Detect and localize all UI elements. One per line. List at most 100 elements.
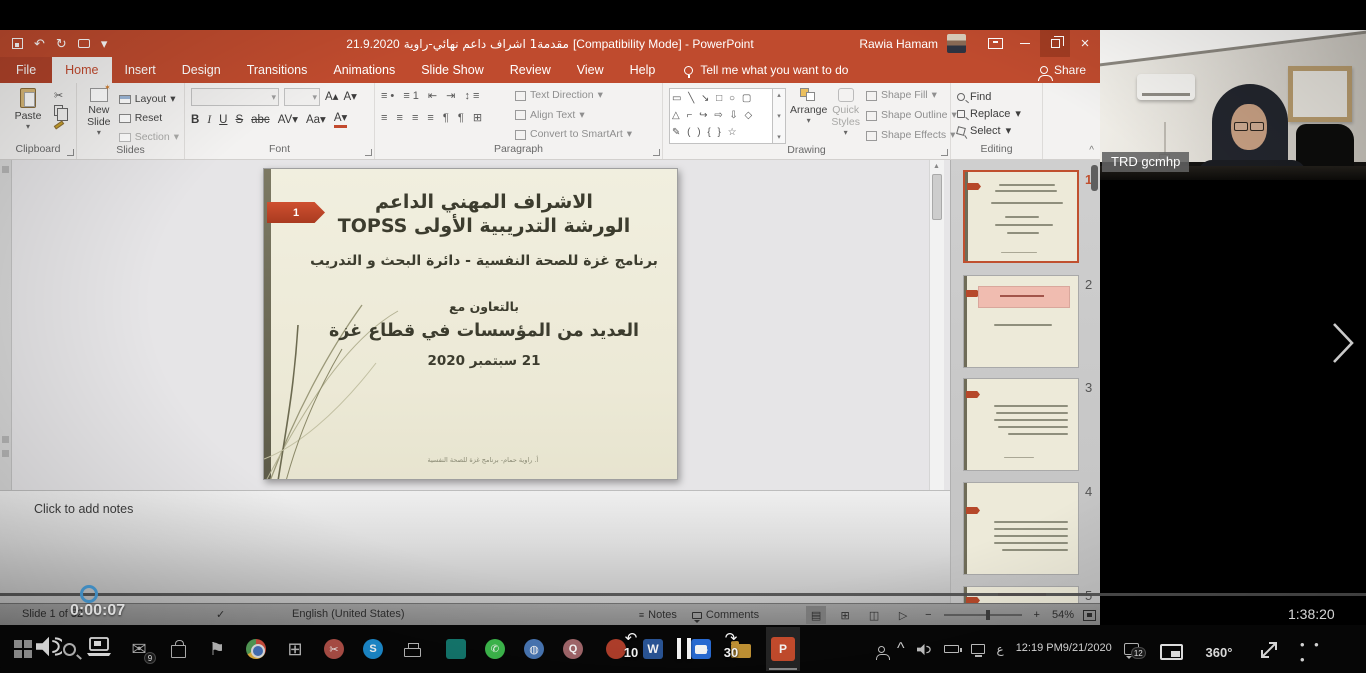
thumbnail-slide-1[interactable] bbox=[963, 170, 1079, 263]
italic-button[interactable]: I bbox=[207, 114, 211, 126]
zoom-slider-handle[interactable] bbox=[986, 610, 990, 620]
player-volume-button[interactable] bbox=[36, 633, 62, 659]
layout-button[interactable]: Layout▾ bbox=[119, 92, 179, 106]
tab-animations[interactable]: Animations bbox=[320, 57, 408, 83]
spell-check-icon[interactable]: ✓ bbox=[216, 608, 225, 621]
start-button[interactable] bbox=[10, 636, 36, 662]
strikethrough-button[interactable]: S bbox=[235, 114, 243, 126]
new-slide-button[interactable]: New Slide ▾ bbox=[83, 88, 115, 144]
zoom-in-button[interactable]: + bbox=[1031, 607, 1043, 623]
zoom-slider[interactable] bbox=[944, 614, 1022, 616]
keyboard-language-indicator[interactable]: ع bbox=[997, 642, 1004, 656]
dialog-launcher-icon[interactable] bbox=[67, 149, 74, 156]
network-icon[interactable] bbox=[971, 644, 985, 654]
minimize-button[interactable] bbox=[1010, 30, 1040, 57]
close-button[interactable]: × bbox=[1070, 30, 1100, 57]
zoom-out-button[interactable]: − bbox=[922, 607, 934, 623]
cut-button[interactable]: ✂ bbox=[54, 90, 64, 102]
tab-view[interactable]: View bbox=[564, 57, 617, 83]
change-case-button[interactable]: Aa▾ bbox=[306, 113, 326, 127]
people-icon[interactable] bbox=[878, 646, 885, 653]
shrink-font-button[interactable]: A▾ bbox=[343, 90, 356, 104]
mail-app-icon[interactable]: ✉9 bbox=[126, 636, 152, 662]
slideshow-view-button[interactable]: ▷ bbox=[893, 606, 913, 624]
tab-slide-show[interactable]: Slide Show bbox=[408, 57, 497, 83]
reading-view-button[interactable]: ◫ bbox=[864, 606, 884, 624]
tab-help[interactable]: Help bbox=[617, 57, 669, 83]
collapse-ribbon-button[interactable]: ^ bbox=[1089, 145, 1094, 156]
find-button[interactable]: Find bbox=[957, 91, 1021, 103]
zoom-level[interactable]: 54% bbox=[1052, 609, 1074, 621]
character-spacing-button[interactable]: AV▾ bbox=[278, 113, 298, 127]
comments-toggle-button[interactable]: Comments bbox=[689, 607, 762, 623]
avatar[interactable] bbox=[947, 34, 966, 53]
snip-app-icon[interactable]: ✂ bbox=[321, 636, 347, 662]
dialog-launcher-icon[interactable] bbox=[941, 149, 948, 156]
tab-file[interactable]: File bbox=[0, 57, 52, 83]
language-indicator[interactable]: English (United States) bbox=[292, 608, 405, 620]
notes-toggle-button[interactable]: ≡Notes bbox=[636, 607, 680, 623]
thumbnail-slide-4[interactable] bbox=[963, 482, 1079, 575]
grow-font-button[interactable]: A▴ bbox=[325, 90, 338, 104]
player-device-button[interactable] bbox=[86, 634, 112, 660]
rotate-360-button[interactable]: 360° bbox=[1200, 639, 1238, 665]
seek-bar[interactable] bbox=[0, 593, 1366, 596]
slide-editor[interactable]: 1 الاشراف المهني الداعم الورشة التدريبية… bbox=[263, 168, 678, 480]
seek-handle[interactable] bbox=[80, 585, 98, 603]
teal-app-icon[interactable] bbox=[443, 636, 469, 662]
tab-transitions[interactable]: Transitions bbox=[234, 57, 321, 83]
alignment-controls[interactable]: ≡ ≡ ≡ ≡ ¶ ¶ ⊞ bbox=[381, 110, 509, 127]
bold-button[interactable]: B bbox=[191, 113, 199, 127]
shape-outline-button[interactable]: Shape Outline▾ bbox=[866, 109, 957, 122]
tell-me-box[interactable]: Tell me what you want to do bbox=[684, 57, 848, 83]
slide-title-block[interactable]: الاشراف المهني الداعم الورشة التدريبية ا… bbox=[309, 191, 659, 369]
text-direction-button[interactable]: Text Direction▾ bbox=[515, 89, 632, 102]
select-button[interactable]: Select▾ bbox=[957, 124, 1021, 137]
battery-icon[interactable] bbox=[944, 645, 959, 653]
font-color-button[interactable]: A▾ bbox=[334, 111, 347, 128]
more-options-button[interactable]: • • • bbox=[1300, 639, 1334, 665]
shape-fill-button[interactable]: Shape Fill▾ bbox=[866, 89, 957, 102]
pinned-app-icon[interactable]: ⚑ bbox=[204, 636, 230, 662]
fullscreen-button[interactable] bbox=[1256, 637, 1282, 663]
vertical-scrollbar[interactable]: ▲ bbox=[929, 160, 944, 490]
save-icon[interactable] bbox=[12, 38, 23, 49]
copy-button[interactable] bbox=[54, 105, 63, 116]
paste-button[interactable]: Paste ▾ bbox=[6, 88, 50, 143]
skip-back-button[interactable]: ↶ 10 bbox=[612, 633, 650, 660]
reset-button[interactable]: Reset bbox=[119, 111, 179, 125]
tab-home[interactable]: Home bbox=[52, 57, 111, 83]
ribbon-display-options-button[interactable] bbox=[980, 30, 1010, 57]
fit-slide-button[interactable] bbox=[1083, 610, 1096, 621]
arrange-button[interactable]: Arrange ▾ bbox=[790, 88, 827, 144]
clear-formatting-button[interactable]: abc bbox=[251, 114, 270, 126]
scrollbar-thumb[interactable] bbox=[932, 174, 942, 220]
thumbnail-slide-3[interactable] bbox=[963, 378, 1079, 471]
font-size-combobox[interactable]: ▾ bbox=[284, 88, 320, 106]
notes-pane[interactable]: Click to add notes bbox=[0, 490, 950, 603]
touch-mode-icon[interactable] bbox=[78, 39, 90, 48]
taskbar-clock[interactable]: 12:19 PM9/21/2020 bbox=[1016, 642, 1112, 656]
skype-icon[interactable]: S bbox=[360, 636, 386, 662]
tab-review[interactable]: Review bbox=[497, 57, 564, 83]
chrome-icon[interactable] bbox=[243, 636, 269, 662]
format-painter-button[interactable] bbox=[54, 120, 64, 129]
shapes-gallery[interactable]: ▭ ╲ ↘ □ ○ ▢ △ ⌐ ↪ ⇨ ⇩ ◇ ✎ ( ) { } ☆ bbox=[669, 88, 773, 144]
tab-insert[interactable]: Insert bbox=[112, 57, 169, 83]
tray-expand-icon[interactable]: ^ bbox=[897, 640, 905, 658]
account-name[interactable]: Rawia Hamam bbox=[859, 37, 938, 51]
customize-qat-icon[interactable]: ▾ bbox=[101, 37, 108, 50]
shape-effects-button[interactable]: Shape Effects▾ bbox=[866, 129, 957, 142]
share-button[interactable]: Share bbox=[1040, 57, 1086, 83]
skip-forward-button[interactable]: ↷ 30 bbox=[712, 633, 750, 660]
align-text-button[interactable]: Align Text▾ bbox=[515, 109, 632, 122]
volume-icon[interactable] bbox=[917, 643, 932, 656]
thumbnail-slide-2[interactable] bbox=[963, 275, 1079, 368]
printer-app-icon[interactable] bbox=[399, 636, 425, 662]
replace-button[interactable]: Replace▾ bbox=[957, 107, 1021, 120]
section-button[interactable]: Section▾ bbox=[119, 130, 179, 144]
shapes-gallery-scroll[interactable]: ▴▾▾ bbox=[773, 88, 786, 144]
pause-button[interactable] bbox=[677, 638, 691, 659]
media-app-icon[interactable]: Q bbox=[560, 636, 586, 662]
quick-styles-button[interactable]: Quick Styles ▾ bbox=[831, 88, 860, 144]
